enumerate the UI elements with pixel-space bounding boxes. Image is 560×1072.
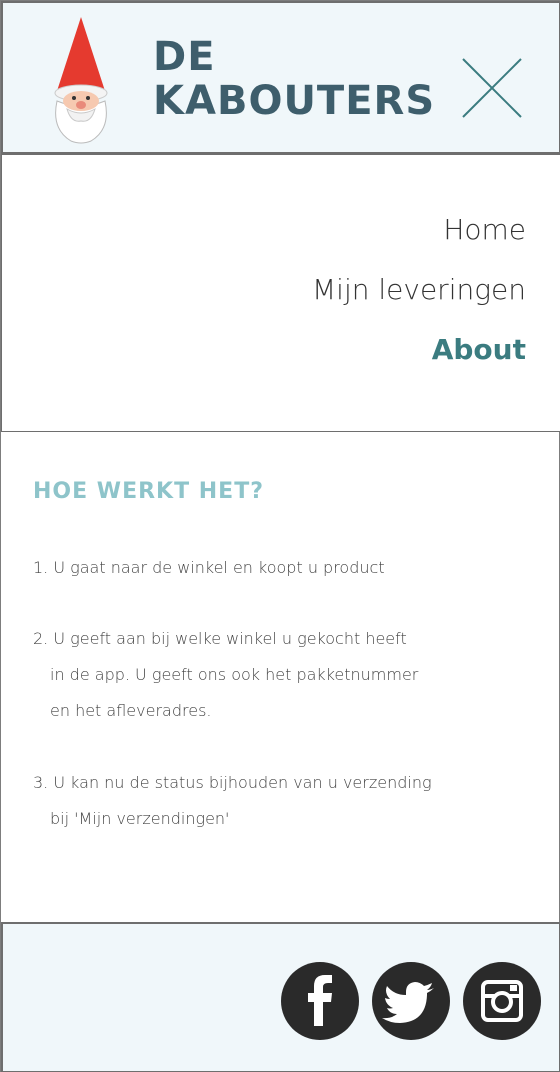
brand-title: DE KABOUTERS <box>153 35 443 123</box>
close-icon[interactable] <box>459 55 527 123</box>
menu-item-deliveries[interactable]: Mijn leveringen <box>312 273 526 306</box>
app-screen: DE KABOUTERS Home Mijn leveringen About … <box>0 0 560 1072</box>
twitter-button[interactable] <box>372 962 450 1040</box>
footer <box>1 922 560 1072</box>
step-3-line-2: bij 'Mijn verzendingen' <box>50 809 230 828</box>
twitter-icon <box>382 982 434 1023</box>
menu-item-about[interactable]: About <box>432 333 526 366</box>
brand-line-2: KABOUTERS <box>153 78 436 124</box>
header: DE KABOUTERS <box>1 1 560 154</box>
step-2-line-3: en het afleveradres. <box>50 701 212 720</box>
brand-line-1: DE <box>153 34 216 80</box>
step-2-line-2: in de app. U geeft ons ook het pakketnum… <box>50 665 419 684</box>
step-2-line-1: 2. U geeft aan bij welke winkel u gekoch… <box>33 629 407 648</box>
step-2: 2. U geeft aan bij welke winkel u gekoch… <box>33 621 418 729</box>
nav-menu: Home Mijn leveringen About <box>1 154 560 432</box>
facebook-button[interactable] <box>281 962 359 1040</box>
step-3: 3. U kan nu de status bijhouden van u ve… <box>33 765 432 837</box>
menu-item-home[interactable]: Home <box>443 213 526 246</box>
instagram-icon <box>481 980 523 1022</box>
step-1: 1. U gaat naar de winkel en koopt u prod… <box>33 550 385 586</box>
step-1-line-1: 1. U gaat naar de winkel en koopt u prod… <box>33 558 385 577</box>
facebook-icon <box>308 975 332 1026</box>
instagram-button[interactable] <box>463 962 541 1040</box>
step-3-line-1: 3. U kan nu de status bijhouden van u ve… <box>33 773 432 792</box>
gnome-icon[interactable] <box>53 17 109 145</box>
section-title: HOE WERKT HET? <box>33 479 264 504</box>
